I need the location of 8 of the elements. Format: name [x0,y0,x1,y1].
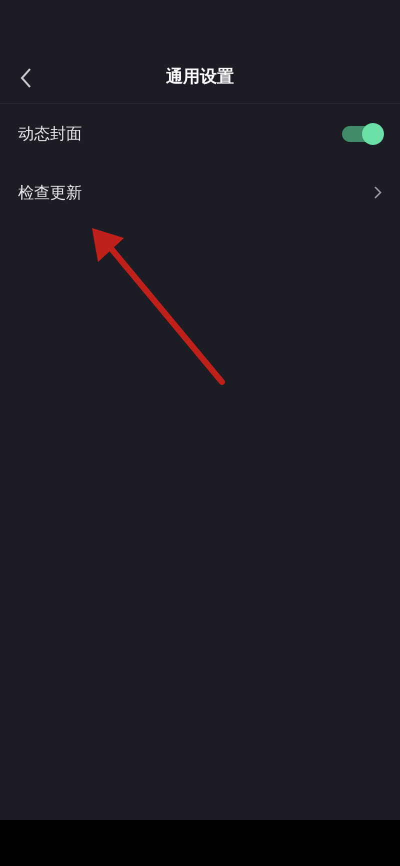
chevron-right-icon [374,186,382,199]
setting-label: 检查更新 [18,182,82,204]
settings-row[interactable]: 检查更新 [0,163,400,222]
toggle-switch[interactable] [342,126,382,142]
settings-row[interactable]: 动态封面 [0,104,400,163]
back-icon [20,68,32,88]
setting-label: 动态封面 [18,122,82,144]
page-title: 通用设置 [166,66,234,89]
